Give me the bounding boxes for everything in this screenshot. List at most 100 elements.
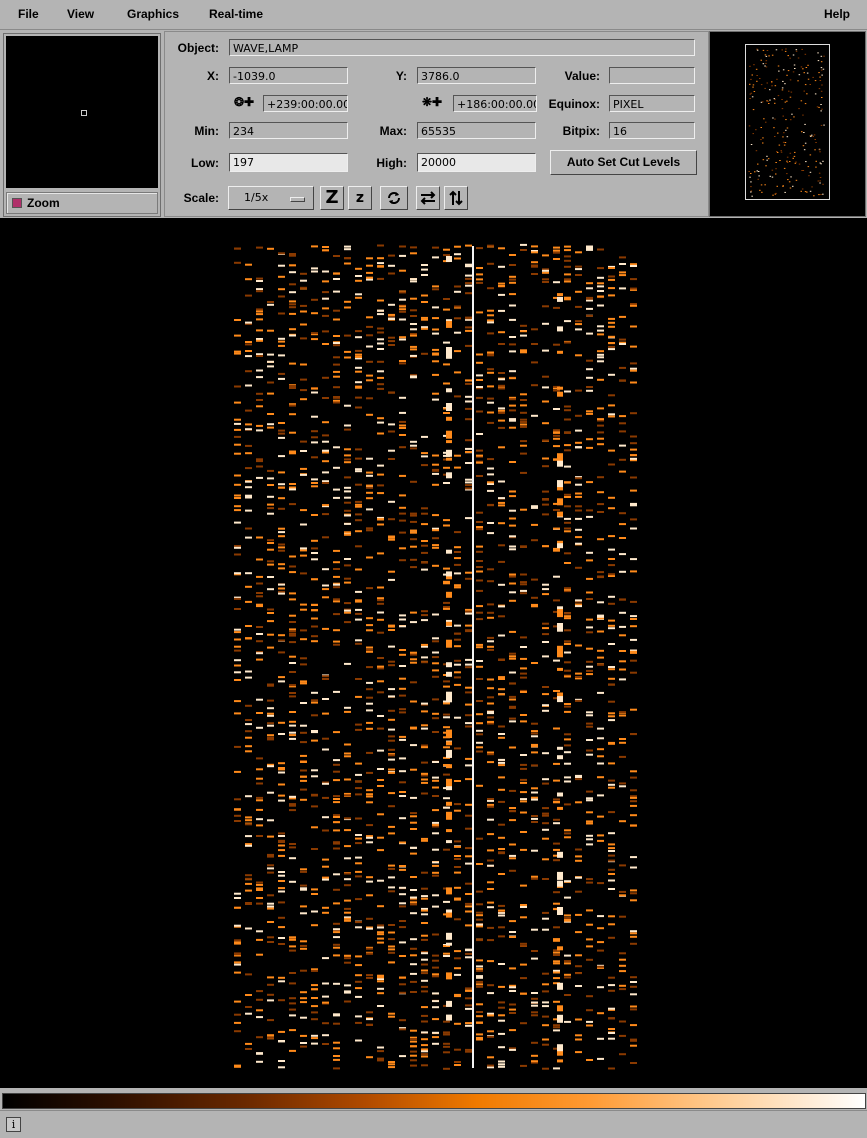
high-input[interactable]: 20000 [417, 153, 536, 172]
spectral-line [311, 997, 318, 999]
spectral-line [476, 903, 483, 906]
spectral-line [355, 599, 362, 602]
y-field[interactable]: 3786.0 [417, 67, 536, 84]
menu-realtime[interactable]: Real-time [209, 7, 263, 21]
spectral-line [630, 800, 637, 803]
spectral-line [619, 711, 626, 714]
spectral-line [234, 638, 241, 641]
zoom-in-button[interactable]: Z [320, 186, 344, 210]
spectral-line [542, 545, 549, 548]
ra-field[interactable]: +239:00:00.00 [263, 95, 348, 112]
spectral-line [575, 414, 582, 417]
menu-help[interactable]: Help [824, 7, 850, 21]
spectral-line [399, 694, 406, 697]
spectral-line [421, 979, 428, 982]
spectral-line [487, 481, 494, 484]
spectral-line [509, 398, 516, 401]
bitpix-field[interactable]: 16 [609, 122, 695, 139]
spectral-line [256, 897, 263, 899]
spectral-line [454, 950, 461, 953]
spectral-line [278, 354, 285, 357]
menu-file[interactable]: File [18, 7, 39, 21]
spectral-line [432, 776, 439, 779]
spectral-line [421, 645, 428, 648]
spectral-line [300, 440, 307, 443]
rotate-button[interactable] [380, 186, 408, 210]
menu-view[interactable]: View [67, 7, 94, 21]
spectral-line [575, 290, 582, 293]
spectral-line [564, 259, 571, 262]
spectral-line [619, 984, 626, 987]
spectral-line [498, 411, 505, 414]
value-field[interactable] [609, 67, 695, 84]
spectral-line [564, 629, 571, 632]
spectral-line [520, 691, 527, 693]
menu-graphics[interactable]: Graphics [127, 7, 179, 21]
dec-field[interactable]: +186:00:00.00 [453, 95, 537, 112]
flip-x-button[interactable] [416, 186, 440, 210]
spectral-line [597, 285, 604, 288]
image-display[interactable] [0, 218, 867, 1088]
spectral-line [322, 451, 329, 454]
spectral-line [476, 267, 483, 269]
spectral-line [553, 549, 560, 552]
bright-line [446, 734, 452, 738]
equinox-field[interactable]: PIXEL [609, 95, 695, 112]
spectral-line [421, 507, 428, 510]
spectral-line [421, 952, 428, 955]
spectral-line [311, 604, 318, 606]
flip-y-button[interactable] [444, 186, 468, 210]
spectral-line [454, 557, 461, 560]
zoom-toggle-button[interactable]: Zoom [6, 192, 158, 214]
spectral-line [377, 933, 384, 936]
spectral-line [498, 1032, 505, 1035]
spectral-line [542, 439, 549, 442]
auto-set-cut-levels-button[interactable]: Auto Set Cut Levels [550, 150, 697, 175]
spectral-line [630, 935, 637, 938]
zoom-out-button[interactable]: z [348, 186, 372, 210]
spectral-line [597, 1012, 604, 1015]
spectral-line [245, 670, 252, 673]
bright-line [557, 391, 563, 397]
spectral-line [410, 681, 417, 684]
spectral-line [630, 263, 637, 266]
spectral-line [421, 985, 428, 988]
spectral-line [630, 1044, 637, 1047]
spectral-line [322, 748, 329, 751]
spectral-line [410, 315, 417, 317]
spectral-line [366, 876, 373, 879]
spectral-line [487, 798, 494, 800]
spectral-line [245, 585, 252, 588]
spectral-line [476, 967, 483, 970]
spectral-line [520, 404, 527, 407]
pan-region-box[interactable] [745, 44, 830, 200]
spectral-line [476, 454, 483, 457]
spectral-line [553, 659, 560, 662]
spectral-line [399, 474, 406, 477]
min-field[interactable]: 234 [229, 122, 348, 139]
spectral-line [267, 612, 274, 614]
spectral-line [366, 624, 373, 627]
spectral-line [421, 656, 428, 659]
spectral-line [421, 772, 428, 775]
zoom-view[interactable] [6, 36, 158, 188]
spectral-line [300, 870, 307, 873]
spectral-line [520, 545, 527, 548]
spectral-line [432, 317, 439, 320]
info-icon[interactable]: i [6, 1117, 21, 1132]
low-input[interactable]: 197 [229, 153, 348, 172]
spectral-line [256, 605, 263, 608]
spectral-line [267, 894, 274, 897]
x-field[interactable]: -1039.0 [229, 67, 348, 84]
spectral-line [608, 1028, 615, 1030]
max-field[interactable]: 65535 [417, 122, 536, 139]
spectral-line [465, 407, 472, 410]
object-field[interactable]: WAVE,LAMP [229, 39, 695, 56]
spectral-line [487, 603, 494, 606]
spectral-line [509, 426, 516, 429]
spectral-line [388, 951, 395, 954]
scale-menu-button[interactable]: 1/5x [228, 186, 314, 210]
pan-view[interactable] [709, 31, 866, 217]
colorbar[interactable] [2, 1093, 866, 1109]
spectral-line [498, 282, 505, 285]
